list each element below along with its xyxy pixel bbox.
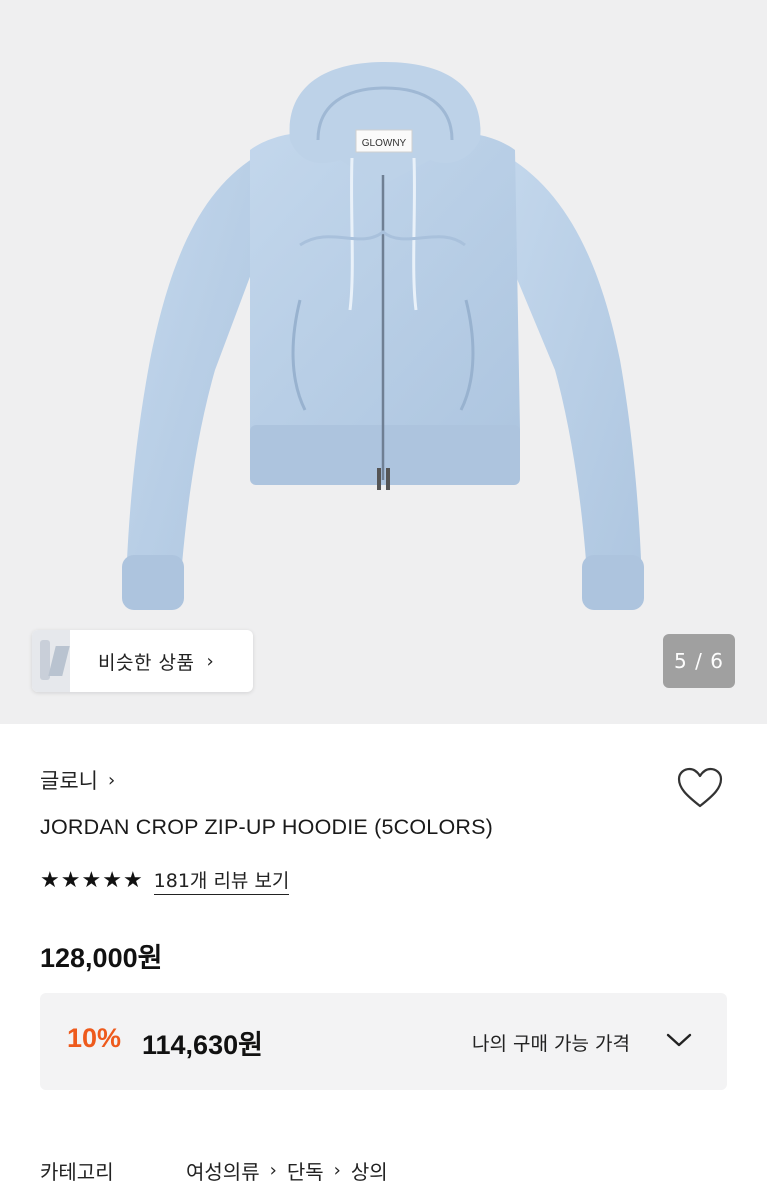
discount-price-panel[interactable]: 10% 114,630원 나의 구매 가능 가격 [40,993,727,1090]
category-breadcrumb: 카테고리 여성의류 › 단독 › 상의 [40,1156,388,1185]
breadcrumb-item[interactable]: 상의 [351,1156,388,1185]
rating-row: ★ ★ ★ ★ ★ 181개 리뷰 보기 [40,866,290,895]
star-icon: ★ [81,867,102,893]
product-image-gallery[interactable]: GLOWNY 비슷한 상품 › 5 / 6 [0,0,767,724]
my-purchase-price-label: 나의 구매 가능 가격 [472,1033,630,1055]
rating-stars: ★ ★ ★ ★ ★ [40,867,144,893]
chevron-right-icon: › [107,769,116,791]
discount-percent: 10% [67,1023,122,1053]
breadcrumb-item[interactable]: 단독 [287,1156,324,1185]
star-icon: ★ [122,867,143,893]
breadcrumb-item[interactable]: 여성의류 [186,1156,260,1185]
reviews-link[interactable]: 181개 리뷰 보기 [153,866,290,895]
brand-link[interactable]: 글로니 › [40,765,115,795]
heart-icon[interactable] [676,766,724,810]
star-icon: ★ [40,867,60,893]
chevron-right-icon: › [269,1160,277,1181]
image-counter: 5 / 6 [663,634,735,688]
original-price: 128,000원 [40,943,163,973]
chevron-right-icon: › [206,650,214,672]
brand-name: 글로니 [40,769,98,793]
brand-tag-text: GLOWNY [362,138,407,149]
discounted-price: 114,630원 [142,1030,263,1060]
similar-product-thumbnail [32,630,70,692]
product-image: GLOWNY [122,62,644,610]
category-label: 카테고리 [40,1160,114,1184]
product-title: JORDAN CROP ZIP-UP HOODIE (5COLORS) [40,815,493,839]
chevron-down-icon[interactable] [665,1031,693,1049]
star-icon: ★ [60,867,81,893]
similar-products-label: 비슷한 상품 [98,651,195,674]
chevron-right-icon: › [333,1160,341,1181]
star-icon: ★ [102,867,122,893]
similar-products-button[interactable]: 비슷한 상품 › [32,630,253,692]
